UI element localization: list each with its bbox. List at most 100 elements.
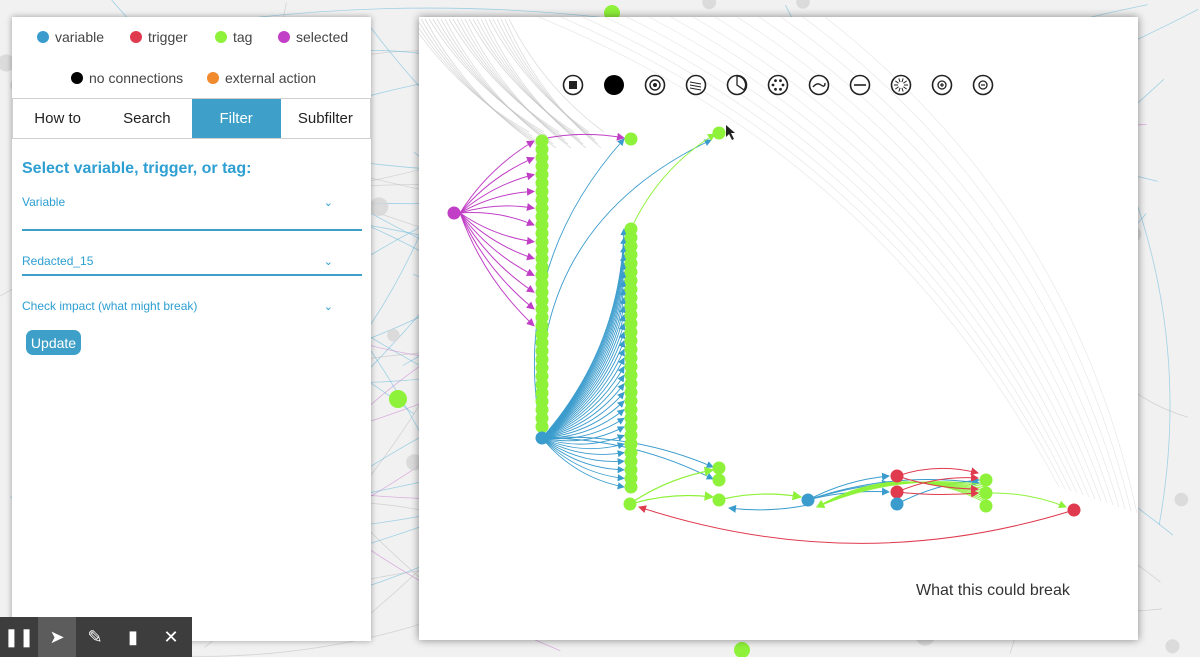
- selected-edge: [459, 140, 535, 214]
- legend-tag-label: tag: [233, 29, 253, 45]
- icon-shape: [771, 83, 775, 87]
- filter-heading: Select variable, trigger, or tag:: [22, 160, 252, 177]
- scatter-icon[interactable]: [685, 74, 707, 96]
- legend-variable: variable: [37, 29, 104, 45]
- pen-icon[interactable]: ✎: [76, 617, 114, 657]
- pointer-icon[interactable]: ➤: [38, 617, 76, 657]
- icon-shape: [779, 87, 782, 91]
- trigger-dot-icon: [130, 31, 142, 43]
- pause-icon[interactable]: ❚❚: [0, 617, 38, 657]
- item-select-value: Redacted_15: [22, 254, 94, 268]
- selected-dot-icon: [278, 31, 290, 43]
- variable-edge: [541, 271, 627, 439]
- trigger-node: [890, 469, 904, 483]
- item-select[interactable]: Redacted_15 ⌄: [22, 248, 361, 274]
- faint-edge: [419, 27, 533, 137]
- icon-shape: [781, 83, 785, 87]
- type-select-underline: [22, 229, 362, 231]
- tag-edge: [630, 133, 716, 230]
- control-panel: variable trigger tag selected no connect…: [12, 17, 371, 641]
- legend-selected: selected: [278, 29, 348, 45]
- external-action-dot-icon: [207, 72, 219, 84]
- faint-edge: [508, 18, 605, 133]
- minus-icon[interactable]: [849, 74, 871, 96]
- type-select-value: Variable: [22, 195, 66, 209]
- burst-icon[interactable]: [890, 74, 912, 96]
- variable-dot-icon: [37, 31, 49, 43]
- legend-tag: tag: [215, 29, 252, 45]
- trigger-node: [890, 485, 904, 499]
- tag-edge: [722, 490, 803, 501]
- curve-icon[interactable]: [808, 74, 830, 96]
- center-icon[interactable]: [562, 74, 584, 96]
- tag-node: [624, 132, 638, 146]
- type-select[interactable]: Variable ⌄: [22, 189, 361, 215]
- legend-trigger: trigger: [130, 29, 188, 45]
- icon-shape: [779, 79, 782, 83]
- dependency-graph[interactable]: [419, 17, 1138, 640]
- tab-bar: How to Search Filter Subfilter: [12, 98, 371, 139]
- annotation-toolbar: ❚❚ ➤ ✎ ▮ ✕: [0, 617, 192, 657]
- mouse-cursor-icon: [726, 125, 735, 140]
- zoom-in-icon[interactable]: [931, 74, 953, 96]
- eraser-icon[interactable]: ▮: [114, 617, 152, 657]
- tag-edge: [989, 492, 1067, 509]
- tag-node: [535, 420, 549, 434]
- tag-node: [624, 480, 638, 494]
- icon-shape: [774, 87, 777, 91]
- tag-node: [979, 499, 993, 513]
- tab-search[interactable]: Search: [102, 99, 191, 138]
- mode-select-value: Check impact (what might break): [22, 299, 198, 313]
- legend-external-action: external action: [207, 70, 316, 86]
- tab-filter[interactable]: Filter: [191, 99, 281, 138]
- tab-how-to[interactable]: How to: [13, 99, 102, 138]
- cluster-icon[interactable]: [767, 74, 789, 96]
- trigger-node: [1067, 503, 1081, 517]
- tag-edge: [633, 491, 715, 504]
- legend-no-connections-label: no connections: [89, 70, 184, 86]
- icon-ring: [767, 74, 789, 96]
- trigger-edge: [638, 505, 1075, 544]
- graph-panel[interactable]: What this could break: [419, 17, 1138, 640]
- selected-node: [447, 206, 461, 220]
- faint-edge: [780, 17, 1126, 510]
- faint-edge: [472, 18, 578, 137]
- pie-icon[interactable]: [726, 74, 748, 96]
- legend-no-connections: no connections: [71, 70, 183, 86]
- legend-variable-label: variable: [55, 29, 105, 45]
- tag-dot-icon: [215, 31, 227, 43]
- background-node: [1174, 492, 1189, 507]
- tag-node: [979, 473, 993, 487]
- tag-node: [712, 126, 726, 140]
- icon-ring: [685, 74, 707, 96]
- chevron-down-icon: ⌄: [323, 300, 333, 313]
- update-button[interactable]: Update: [26, 330, 81, 355]
- background-node: [702, 0, 717, 10]
- item-select-underline: [22, 274, 362, 276]
- trigger-edge: [896, 467, 979, 477]
- icon-shape: [604, 75, 624, 95]
- variable-edge: [728, 504, 809, 513]
- faint-edge: [604, 17, 1078, 494]
- background-node: [387, 328, 400, 342]
- fill-icon[interactable]: [604, 75, 624, 95]
- selected-edge: [459, 212, 535, 293]
- close-icon[interactable]: ✕: [152, 617, 190, 657]
- legend-trigger-label: trigger: [148, 29, 188, 45]
- tag-node: [712, 493, 726, 507]
- tab-subfilter[interactable]: Subfilter: [281, 99, 370, 138]
- chevron-down-icon: ⌄: [323, 196, 333, 209]
- background-node: [796, 0, 810, 9]
- no-connections-dot-icon: [71, 72, 83, 84]
- icon-shape: [774, 79, 777, 83]
- legend: variable trigger tag selected no connect…: [12, 17, 371, 98]
- zoom-out-icon[interactable]: [972, 74, 994, 96]
- target-icon[interactable]: [644, 74, 666, 96]
- tag-node: [712, 461, 726, 475]
- faint-edge: [448, 18, 560, 133]
- tag-node: [712, 473, 726, 487]
- background-tag-node: [734, 642, 750, 657]
- mode-select[interactable]: Check impact (what might break) ⌄: [22, 293, 361, 319]
- variable-node: [890, 497, 904, 511]
- chevron-down-icon: ⌄: [323, 255, 333, 268]
